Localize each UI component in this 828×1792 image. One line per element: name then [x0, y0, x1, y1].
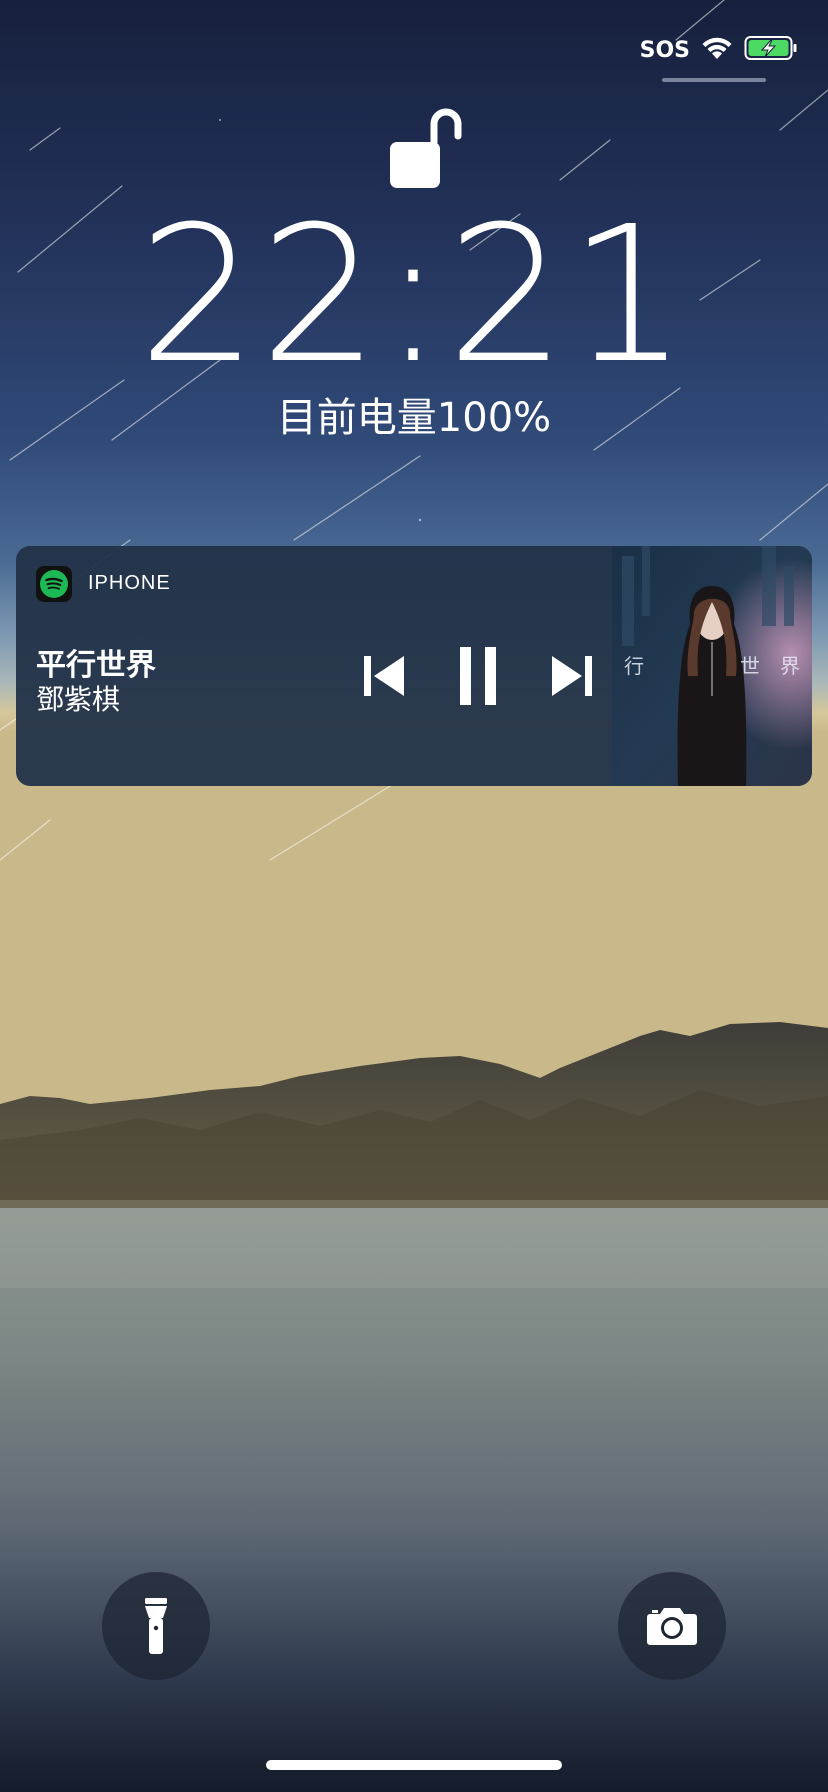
- previous-track-button[interactable]: [354, 644, 414, 708]
- flashlight-icon: [145, 1598, 167, 1654]
- battery-charging-icon: [744, 34, 798, 66]
- track-artist: 鄧紫棋: [36, 683, 121, 716]
- unlocked-padlock-icon: [390, 106, 462, 188]
- previous-track-icon: [364, 656, 404, 696]
- wifi-icon: [700, 35, 734, 65]
- flashlight-button[interactable]: [102, 1572, 210, 1680]
- camera-button[interactable]: [618, 1572, 726, 1680]
- spotify-icon[interactable]: [36, 566, 72, 602]
- status-bar: SOS: [640, 32, 798, 68]
- next-track-button[interactable]: [542, 644, 602, 708]
- battery-status-text: 目前电量100%: [276, 395, 552, 441]
- camera-icon: [647, 1608, 697, 1645]
- home-indicator[interactable]: [266, 1760, 562, 1770]
- album-art-text-right: 世 界: [740, 654, 800, 678]
- now-playing-widget[interactable]: IPHONE 平行世界 鄧紫棋 行 世 界: [16, 546, 812, 786]
- playback-source-label: IPHONE: [88, 572, 171, 594]
- lock-screen-time: 22:21: [138, 186, 690, 405]
- pause-icon: [460, 647, 496, 705]
- album-art-text-left: 行: [624, 654, 644, 678]
- pause-button[interactable]: [448, 644, 508, 708]
- control-center-indicator[interactable]: [662, 78, 766, 82]
- album-artwork[interactable]: 行 世 界: [612, 546, 812, 786]
- sos-indicator: SOS: [639, 37, 690, 63]
- next-track-icon: [552, 656, 592, 696]
